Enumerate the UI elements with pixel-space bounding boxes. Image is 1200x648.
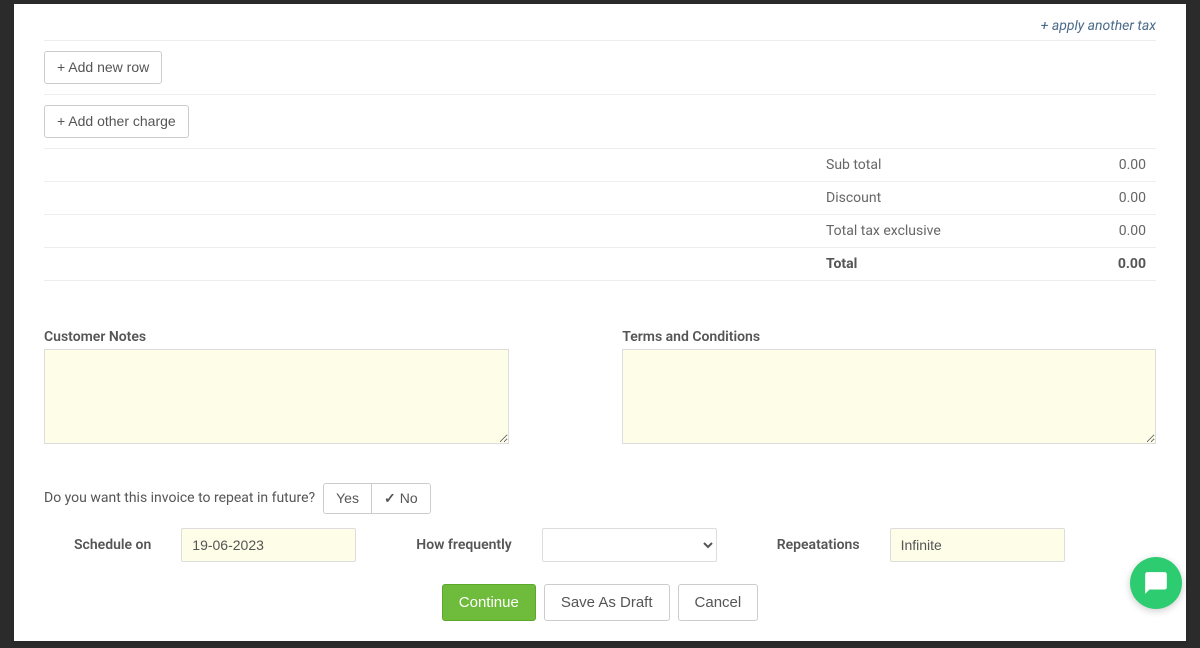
- repetitions-label: Repeatations: [777, 537, 860, 553]
- continue-button[interactable]: Continue: [442, 584, 536, 621]
- how-frequently-label: How frequently: [416, 537, 511, 553]
- discount-value: 0.00: [1096, 190, 1156, 206]
- how-frequently-select[interactable]: [542, 528, 717, 562]
- total-value: 0.00: [1096, 256, 1156, 272]
- chat-icon: [1143, 570, 1169, 596]
- terms-conditions-textarea[interactable]: [622, 349, 1156, 444]
- discount-label: Discount: [816, 190, 1096, 206]
- tax-exclusive-value: 0.00: [1096, 223, 1156, 239]
- tax-exclusive-row: Total tax exclusive 0.00: [44, 215, 1156, 248]
- discount-row: Discount 0.00: [44, 182, 1156, 215]
- subtotal-value: 0.00: [1096, 157, 1156, 173]
- cancel-button[interactable]: Cancel: [678, 584, 759, 621]
- terms-conditions-label: Terms and Conditions: [622, 329, 1156, 345]
- add-new-row-button[interactable]: + Add new row: [44, 51, 162, 84]
- save-as-draft-button[interactable]: Save As Draft: [544, 584, 670, 621]
- schedule-on-label: Schedule on: [74, 537, 151, 553]
- customer-notes-label: Customer Notes: [44, 329, 578, 345]
- subtotal-row: Sub total 0.00: [44, 149, 1156, 182]
- total-label: Total: [816, 256, 1096, 272]
- repeat-yes-button[interactable]: Yes: [324, 484, 371, 513]
- check-icon: ✓: [384, 490, 396, 506]
- total-row: Total 0.00: [44, 248, 1156, 281]
- subtotal-label: Sub total: [816, 157, 1096, 173]
- repeat-toggle-group: Yes ✓No: [323, 483, 430, 514]
- customer-notes-textarea[interactable]: [44, 349, 509, 444]
- chat-fab[interactable]: [1130, 557, 1182, 609]
- repetitions-input[interactable]: [890, 528, 1065, 562]
- apply-another-tax-link[interactable]: + apply another tax: [1041, 18, 1156, 34]
- repeat-no-label: No: [400, 490, 418, 506]
- repeat-no-button[interactable]: ✓No: [371, 484, 430, 513]
- schedule-on-input[interactable]: [181, 528, 356, 562]
- repeat-question-text: Do you want this invoice to repeat in fu…: [44, 490, 315, 506]
- add-other-charge-button[interactable]: + Add other charge: [44, 105, 189, 138]
- tax-exclusive-label: Total tax exclusive: [816, 223, 1096, 239]
